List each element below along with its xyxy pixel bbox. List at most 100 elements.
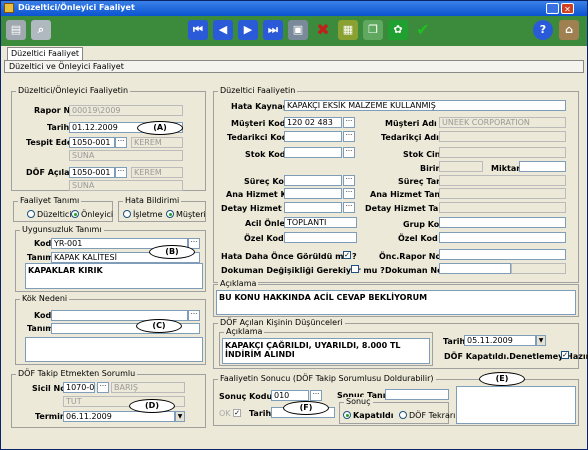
detay-hizmet-kodu-field[interactable] bbox=[284, 202, 342, 213]
sonuc-kodu-field[interactable]: 010 bbox=[271, 390, 309, 401]
sonuc-title: Faaliyetin Sonucu (DÖF Takip Sorumlusu D… bbox=[218, 374, 436, 383]
hata-bildirimi-title: Hata Bildirimi bbox=[123, 196, 182, 205]
faaliyet-tanimi-title: Faaliyet Tanımı bbox=[18, 196, 82, 205]
window-title: Düzeltici/Önleyici Faaliyet bbox=[18, 3, 135, 12]
sicil-no-field[interactable]: 1070-001 bbox=[63, 382, 95, 393]
dof-aciklama-title: Açıklama bbox=[224, 327, 265, 336]
dof-tarih-field[interactable]: 05.11.2009 bbox=[464, 335, 536, 346]
ozel-kod-1-field[interactable] bbox=[284, 232, 357, 243]
stok-lookup-button[interactable]: ··· bbox=[343, 147, 355, 158]
ok-checkbox[interactable]: ✓ bbox=[233, 409, 241, 417]
tab-strip: Düzeltici Faaliyet bbox=[1, 46, 587, 60]
hata-daha-once-checkbox[interactable]: ✓ bbox=[343, 251, 351, 259]
acil-onlem-field[interactable]: TOPLANTI bbox=[284, 217, 357, 228]
kok-neden-textarea[interactable] bbox=[25, 337, 203, 362]
dof-tekrari-radio[interactable] bbox=[399, 411, 407, 419]
last-record-icon[interactable]: ⏭ bbox=[263, 20, 283, 40]
previous-record-icon[interactable]: ◀ bbox=[213, 20, 233, 40]
musteri-lookup-button[interactable]: ··· bbox=[343, 117, 355, 128]
first-record-icon[interactable]: ⏮ bbox=[188, 20, 208, 40]
ana-hizmet-lookup-button[interactable]: ··· bbox=[343, 188, 355, 199]
callout-a: (A) bbox=[137, 121, 183, 135]
tedarikci-adi-label: Tedarikçi Adı bbox=[381, 133, 439, 142]
dokuman-degisikligi-label: Dokuman Değişikliği Gerekiyor mu ? bbox=[221, 266, 385, 275]
ana-hizmet-kodu-field[interactable] bbox=[284, 188, 342, 199]
dof-tarih-label: Tarih bbox=[443, 337, 466, 346]
close-icon[interactable]: ✕ bbox=[561, 3, 574, 14]
kapatildi-radio[interactable] bbox=[343, 411, 351, 419]
kok-tanim-label: Tanım bbox=[27, 324, 54, 333]
tedarikci-kodu-field[interactable] bbox=[284, 131, 342, 142]
musteri-kodu-field[interactable]: 120 02 483 bbox=[284, 117, 342, 128]
dof-aciklama-textarea[interactable]: KAPAKÇI ÇAĞRILDI, UYARILDI, 8.000 TL İND… bbox=[222, 338, 430, 364]
uygunsuzluk-title: Uygunsuzluk Tanımı bbox=[20, 225, 104, 234]
isletme-label: İşletme bbox=[133, 210, 163, 219]
surec-tanimi-field bbox=[439, 175, 566, 186]
onc-rapor-no-label: Önc.Rapor No bbox=[379, 252, 441, 261]
takip-title: DÖF Takip Etmekten Sorumlu bbox=[16, 369, 138, 378]
new-record-icon[interactable]: ▦ bbox=[338, 20, 358, 40]
miktari-field[interactable] bbox=[519, 161, 566, 172]
tespit-eden-name-field: KEREM bbox=[131, 137, 183, 148]
search-icon[interactable]: ⌕ bbox=[31, 20, 51, 40]
ok-label: OK bbox=[219, 409, 231, 418]
dof-acilan-surname-field: SUNA bbox=[69, 180, 183, 191]
detay-hizmet-tanimi-field bbox=[439, 202, 566, 213]
minimize-icon[interactable]: _ bbox=[546, 3, 559, 14]
musteri-kodu-label: Müşteri Kodu bbox=[231, 119, 292, 128]
duzeltici-radio[interactable] bbox=[27, 210, 35, 218]
dof-acilan-name-field: KEREM bbox=[131, 167, 183, 178]
dof-acilan-lookup-button[interactable]: ··· bbox=[115, 167, 127, 178]
sicil-lookup-button[interactable]: ··· bbox=[97, 382, 109, 393]
callout-e: (E) bbox=[479, 372, 525, 386]
onleyici-radio[interactable] bbox=[71, 210, 79, 218]
title-bar: Düzeltici/Önleyici Faaliyet _ ✕ bbox=[1, 1, 587, 16]
uygunsuzluk-textarea[interactable]: KAPAKLAR KIRIK bbox=[25, 263, 203, 289]
confirm-icon[interactable]: ✔ bbox=[413, 20, 433, 40]
musteri-adi-field: UNEEK CORPORATION bbox=[439, 117, 566, 128]
termin-dropdown-icon[interactable]: ▼ bbox=[175, 411, 185, 422]
tespit-eden-code-field[interactable]: 1050-001 bbox=[69, 137, 115, 148]
hata-daha-once-label: Hata Daha Önce Görüldü mü ? bbox=[221, 252, 357, 261]
kok-neden-title: Kök Nedeni bbox=[20, 294, 70, 303]
dof-acilan-code-field[interactable]: 1050-001 bbox=[69, 167, 115, 178]
sonuc-textarea[interactable] bbox=[456, 386, 576, 424]
stok-kodu-field[interactable] bbox=[284, 147, 342, 158]
save-icon[interactable]: ▣ bbox=[288, 20, 308, 40]
exit-door-icon[interactable]: ⌂ bbox=[559, 20, 579, 40]
tab-duzeltici-faaliyet[interactable]: Düzeltici Faaliyet bbox=[7, 47, 84, 60]
save-disk-icon[interactable]: ▤ bbox=[6, 20, 26, 40]
grup-kodu-field[interactable] bbox=[439, 217, 566, 228]
tedarikci-lookup-button[interactable]: ··· bbox=[343, 131, 355, 142]
dokuman-extra-field bbox=[511, 263, 566, 274]
next-record-icon[interactable]: ▶ bbox=[238, 20, 258, 40]
tespit-eden-lookup-button[interactable]: ··· bbox=[115, 137, 127, 148]
isletme-radio[interactable] bbox=[123, 210, 131, 218]
dokuman-no-field[interactable] bbox=[439, 263, 511, 274]
help-icon[interactable]: ? bbox=[533, 20, 553, 40]
hata-kaynagi-field[interactable]: KAPAKÇI EKSİK MALZEME KULLANMIŞ bbox=[284, 100, 566, 111]
sonuc-lookup-button[interactable]: ··· bbox=[310, 390, 322, 401]
copy-icon[interactable]: ❐ bbox=[363, 20, 383, 40]
delete-icon[interactable]: ✖ bbox=[313, 20, 333, 40]
dof-tarih-dropdown-icon[interactable]: ▼ bbox=[536, 335, 546, 346]
main-window: Düzeltici/Önleyici Faaliyet _ ✕ ▤ ⌕ ⏮ ◀ … bbox=[0, 0, 588, 450]
sonuc-radio-title: Sonuç bbox=[344, 397, 373, 406]
surec-lookup-button[interactable]: ··· bbox=[343, 175, 355, 186]
detay-hizmet-lookup-button[interactable]: ··· bbox=[343, 202, 355, 213]
tespit-eden-surname-field: SUNA bbox=[69, 150, 183, 161]
musteri-radio[interactable] bbox=[166, 210, 174, 218]
ozel-kod-2-field[interactable] bbox=[439, 232, 566, 243]
kok-lookup-button[interactable]: ··· bbox=[188, 310, 200, 321]
group-title: Düzeltici/Önleyici Faaliyetin bbox=[16, 86, 131, 95]
refresh-icon[interactable]: ✿ bbox=[388, 20, 408, 40]
dokuman-degisikligi-checkbox[interactable] bbox=[351, 265, 359, 273]
aciklama-textarea[interactable]: BU KONU HAKKINDA ACİL CEVAP BEKLİYORUM bbox=[216, 290, 576, 315]
sonuc-tanimi-field[interactable] bbox=[385, 389, 449, 400]
kod-label: Kod bbox=[34, 239, 52, 248]
rapor-no-field[interactable]: 00019\2009 bbox=[69, 105, 183, 116]
dof-kapatildi-checkbox[interactable]: ✓ bbox=[561, 351, 569, 359]
surec-kodu-field[interactable] bbox=[284, 175, 342, 186]
musteri-adi-label: Müşteri Adı bbox=[385, 119, 437, 128]
onc-rapor-no-field[interactable] bbox=[439, 249, 566, 260]
